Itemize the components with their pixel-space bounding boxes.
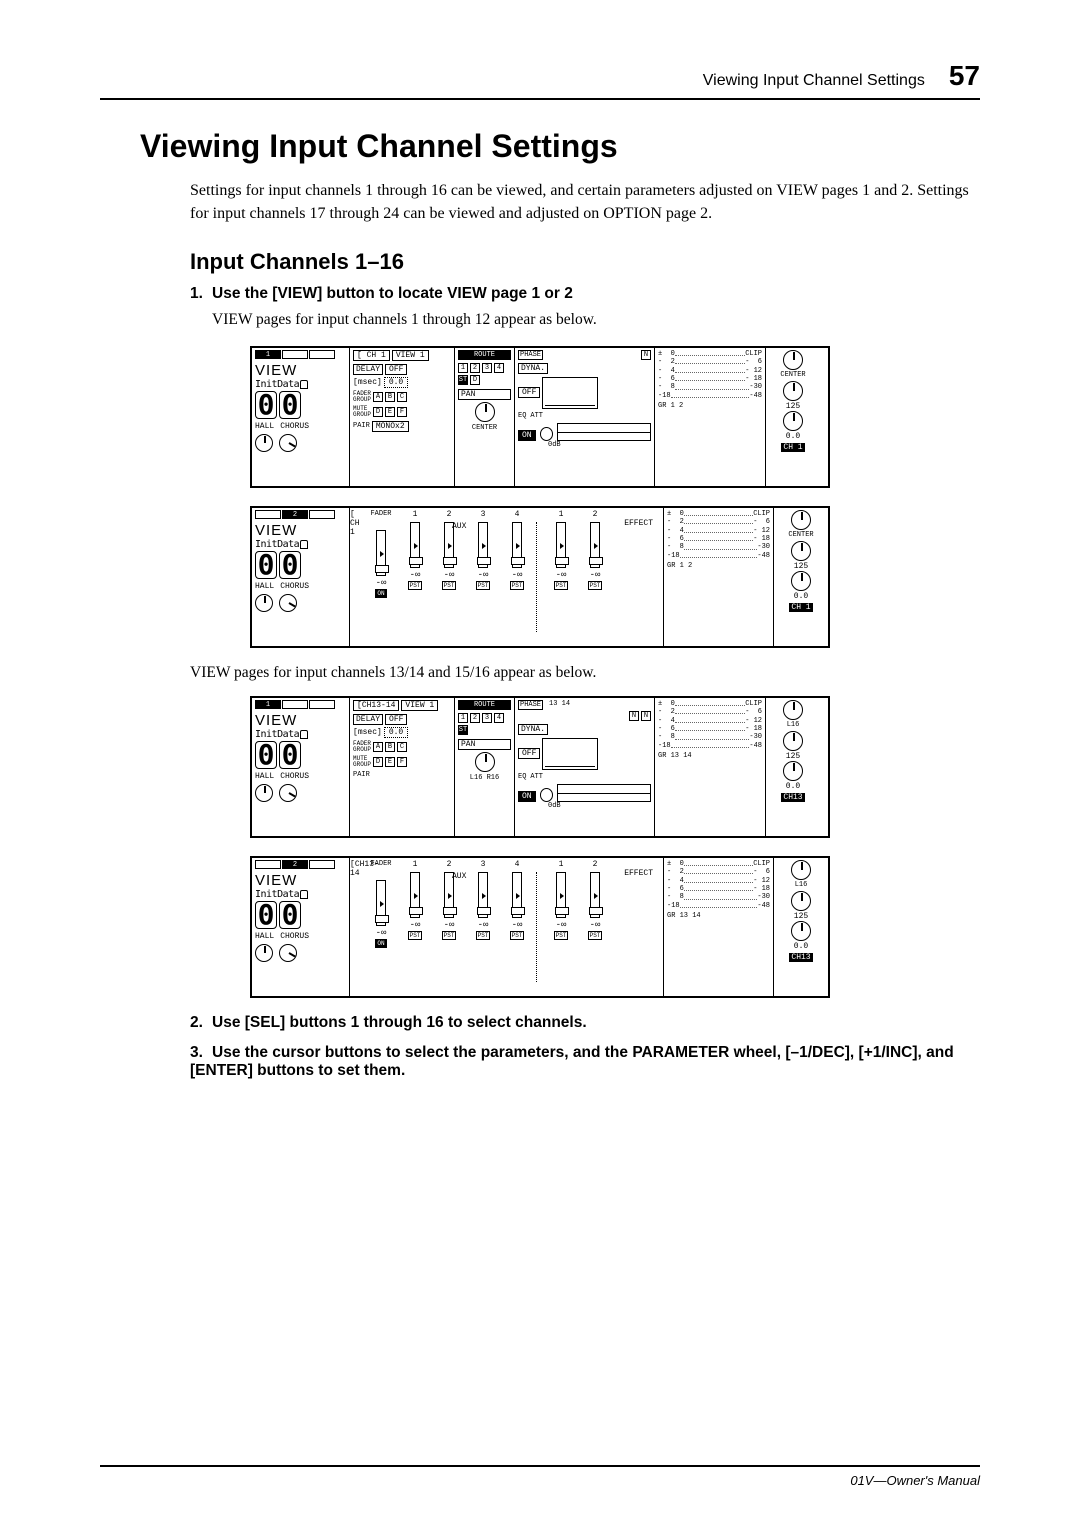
center-label: CENTER	[780, 371, 805, 379]
val-125: 125	[786, 402, 800, 411]
step-3: 3.Use the cursor buttons to select the p…	[190, 1044, 980, 1080]
pan-knob	[475, 402, 495, 422]
pair-label: PAIR	[353, 422, 370, 430]
eq-on: ON	[518, 430, 536, 441]
main-heading: Viewing Input Channel Settings	[140, 128, 980, 165]
att-knob	[540, 427, 553, 441]
mono-label: MONOx2	[372, 421, 409, 432]
zerodb-label: 0dB	[548, 441, 651, 449]
chorus-label: CHORUS	[280, 422, 309, 431]
step-1: 1.Use the [VIEW] button to locate VIEW p…	[190, 285, 980, 331]
step-1-num: 1.	[190, 285, 212, 303]
step-2-title: Use [SEL] buttons 1 through 16 to select…	[212, 1014, 587, 1031]
lcd-view-title: VIEW	[255, 362, 346, 379]
delay-off: OFF	[385, 364, 407, 375]
l16-label: L16	[787, 721, 800, 729]
meter-scale: ± 0CLIP - 2- 6 - 4- 12 - 6- 18 - 8-30 -1…	[658, 350, 762, 400]
step-3-num: 3.	[190, 1044, 212, 1062]
gr-1314-label: GR 13 14	[658, 752, 762, 760]
val-00: 0.0	[786, 432, 800, 441]
fader-label: FADER	[370, 510, 391, 518]
lcd-ch1314-view1: 1 VIEW InitData 00 HALLCHORUS [CH13-14VI…	[250, 696, 830, 838]
ch13-badge: CH13	[781, 793, 804, 802]
intro-paragraph: Settings for input channels 1 through 16…	[190, 179, 980, 225]
step-1-title: Use the [VIEW] button to locate VIEW pag…	[212, 285, 573, 302]
pan-center: CENTER	[458, 424, 511, 432]
dyna-label: DYNA.	[518, 363, 548, 374]
gr-label: GR 1 2	[658, 402, 762, 410]
step-3-title: Use the cursor buttons to select the par…	[190, 1044, 954, 1079]
page-footer: 01V—Owner's Manual	[100, 1465, 980, 1488]
page-header: Viewing Input Channel Settings 57	[100, 60, 980, 100]
msec-value: 0.0	[384, 377, 408, 388]
pan-l16r16: L16 R16	[458, 774, 511, 782]
route-header: ROUTE	[458, 350, 511, 360]
step-1-desc: VIEW pages for input channels 1 through …	[212, 309, 980, 331]
right-knob-1	[783, 350, 803, 370]
eq-graph	[557, 423, 651, 441]
lcd-ch1-view1: 1 VIEW InitData 00 HALLCHORUS [ CH 1VIEW…	[250, 346, 830, 488]
pan-label: PAN	[458, 389, 511, 400]
fader-group-label: FADERGROUP	[353, 391, 371, 403]
screenshot-group-1: 1 VIEW InitData 00 HALLCHORUS [ CH 1VIEW…	[100, 346, 980, 648]
phase-n: N	[641, 350, 651, 360]
step-2-num: 2.	[190, 1014, 212, 1032]
dyna-graph	[542, 377, 598, 409]
section-heading: Input Channels 1–16	[190, 249, 980, 275]
lcd-ch1-view2: 2 VIEW InitData 00 HALLCHORUS [ CH 1 AUX…	[250, 506, 830, 648]
right-knob-3	[783, 411, 803, 431]
screenshot-group-2: 1 VIEW InitData 00 HALLCHORUS [CH13-14VI…	[100, 696, 980, 998]
hall-label: HALL	[255, 422, 274, 431]
chorus-knob	[279, 434, 297, 452]
hall-knob	[255, 434, 273, 452]
delay-label: DELAY	[353, 364, 383, 375]
mid-paragraph: VIEW pages for input channels 13/14 and …	[190, 664, 980, 682]
mute-group-label: MUTEGROUP	[353, 406, 371, 418]
lcd-ch1314-view2: 2 VIEW InitData 00 HALLCHORUS [CH13-14 A…	[250, 856, 830, 998]
step-2: 2.Use [SEL] buttons 1 through 16 to sele…	[190, 1014, 980, 1032]
phase-label: PHASE	[518, 350, 543, 360]
lock-icon	[300, 380, 308, 389]
ch-badge: CH 1	[781, 443, 804, 452]
right-knob-2	[783, 381, 803, 401]
dyna-off: OFF	[518, 387, 540, 398]
header-title: Viewing Input Channel Settings	[703, 72, 925, 90]
header-page-number: 57	[949, 60, 980, 92]
